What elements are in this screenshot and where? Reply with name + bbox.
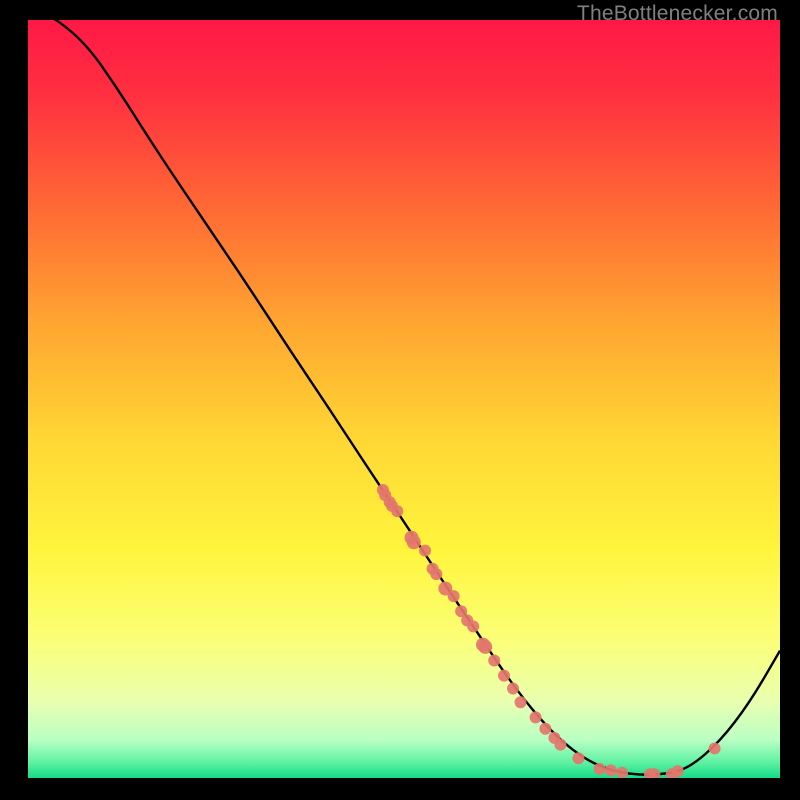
data-point — [448, 590, 460, 602]
data-point — [672, 765, 684, 777]
data-point — [391, 505, 403, 517]
data-point — [430, 568, 442, 580]
data-point — [407, 535, 421, 549]
data-point — [594, 763, 606, 775]
data-point — [709, 742, 721, 754]
data-point — [515, 696, 527, 708]
gradient-background — [28, 20, 780, 778]
data-point — [498, 670, 510, 682]
chart-svg — [28, 20, 780, 778]
data-point — [554, 739, 566, 751]
data-point — [478, 640, 492, 654]
data-point — [419, 545, 431, 557]
data-point — [507, 683, 519, 695]
attribution-text: TheBottlenecker.com — [577, 2, 778, 26]
data-point — [539, 723, 551, 735]
data-point — [467, 620, 479, 632]
data-point — [488, 655, 500, 667]
chart-frame — [28, 20, 780, 778]
data-point — [530, 711, 542, 723]
data-point — [605, 764, 617, 776]
data-point — [572, 752, 584, 764]
